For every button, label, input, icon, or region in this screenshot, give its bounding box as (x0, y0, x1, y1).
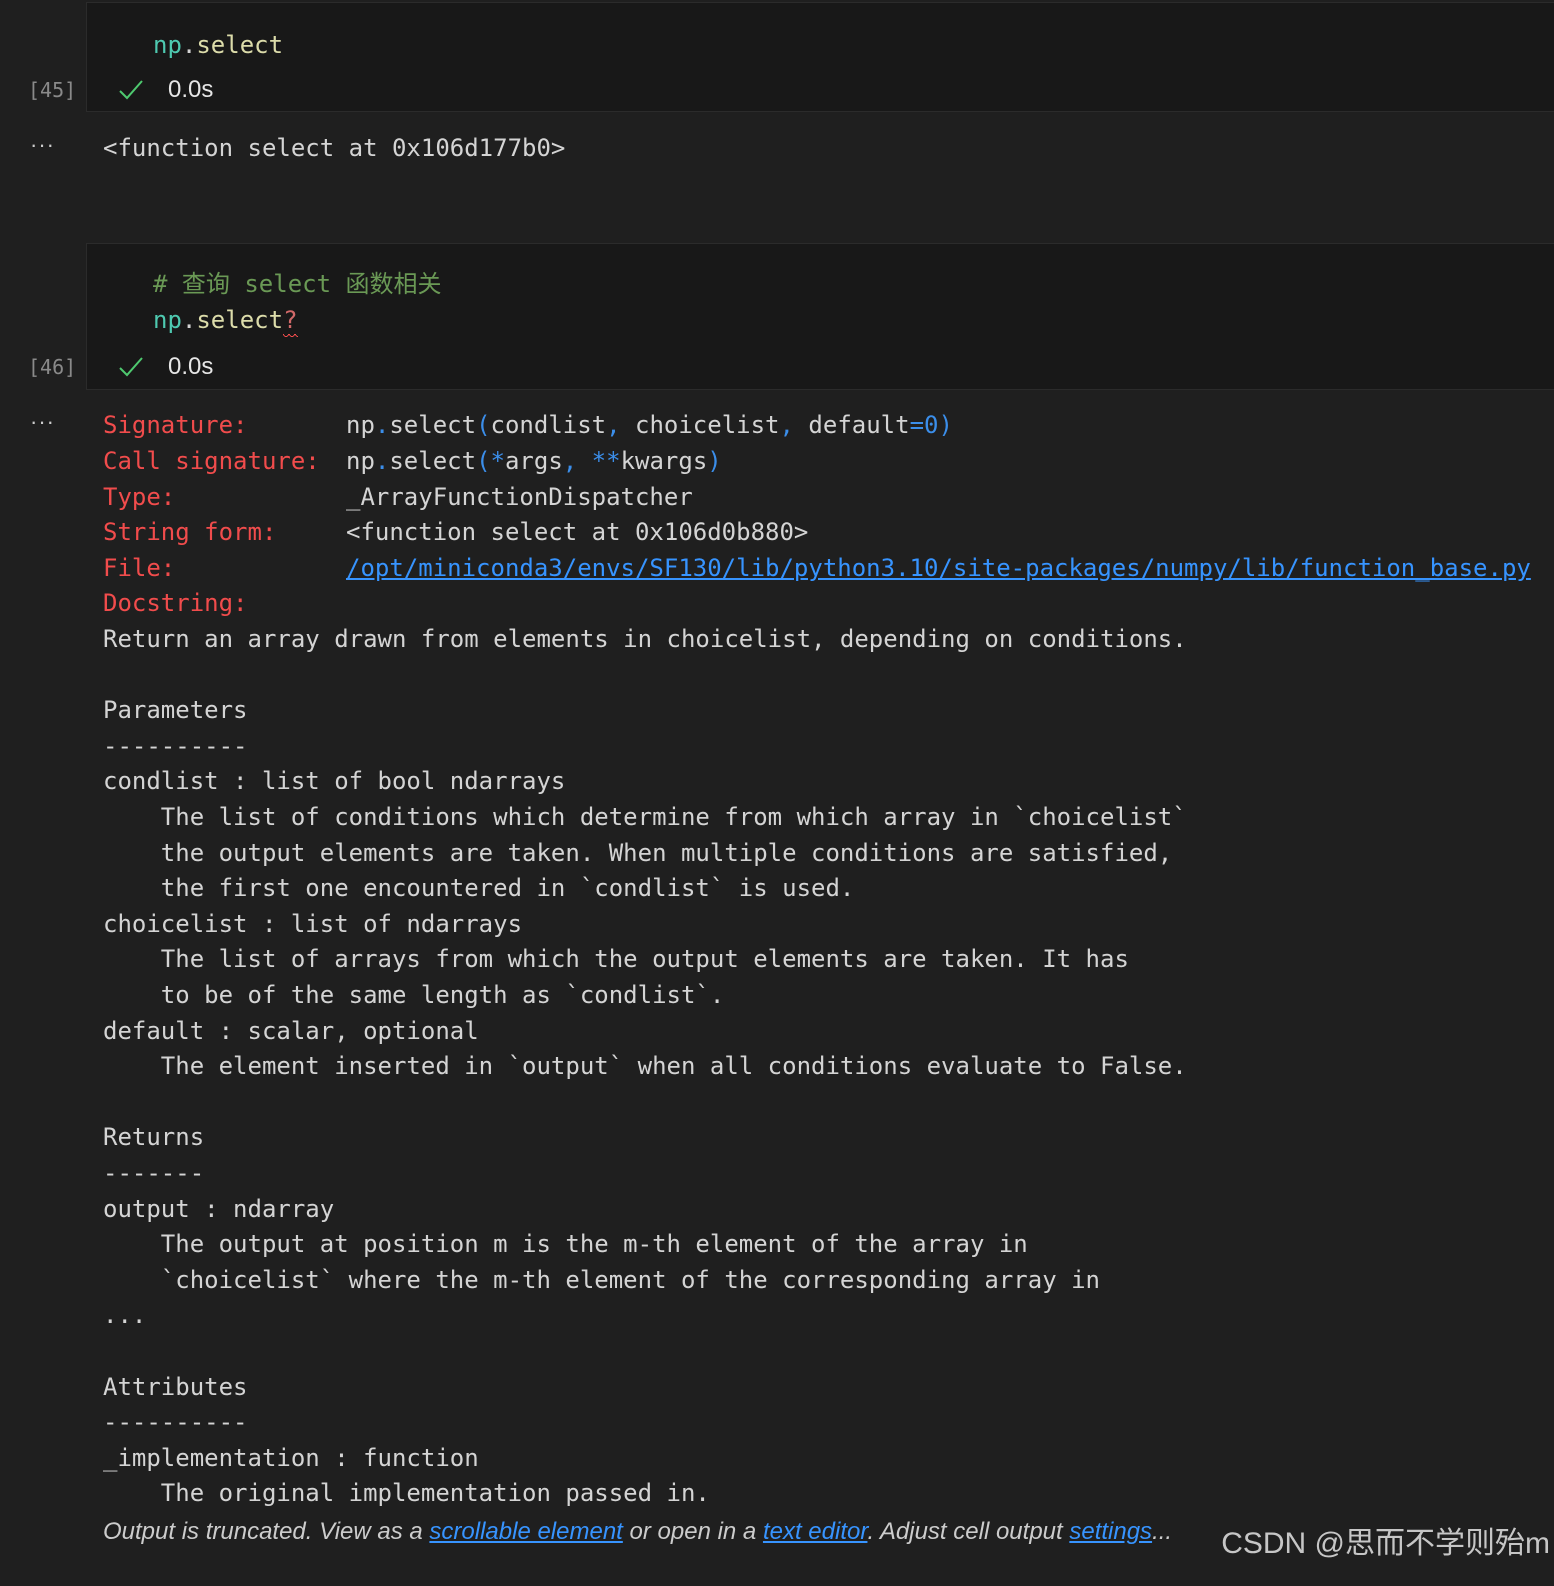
token: np (346, 447, 375, 475)
token: select (389, 447, 477, 475)
check-icon (119, 357, 143, 377)
token: default (793, 411, 910, 439)
token: , (606, 411, 621, 439)
token: ( (476, 447, 491, 475)
token: 0 (924, 411, 939, 439)
token: . (374, 447, 390, 475)
call-signature-label: Call signature: (103, 447, 320, 475)
docstring-line: ---------- (103, 731, 248, 760)
file-path-link[interactable]: /opt/miniconda3/envs/SF130/lib/python3.1… (346, 554, 1531, 582)
cell-status: 0.0s (118, 353, 213, 381)
type-value: _ArrayFunctionDispatcher (346, 483, 693, 511)
module-token: np (153, 306, 182, 334)
dot-token: . (181, 306, 197, 334)
docstring-line: The original implementation passed in. (103, 1479, 710, 1508)
token: ** (577, 447, 621, 475)
docstring-line: to be of the same length as `condlist`. (103, 981, 725, 1009)
docstring-line: Attributes (103, 1372, 248, 1401)
code-cell-46[interactable]: # 查询 select 函数相关 np.select? (86, 243, 1554, 390)
call-signature-row: Call signature: np.select(*args, **kwargs… (103, 443, 722, 479)
type-label: Type: (103, 483, 176, 511)
dot-token: . (181, 31, 197, 59)
code-line: np.select (153, 27, 283, 63)
signature-row: Signature: np.select(condlist, choicelist… (103, 407, 953, 443)
docstring-line: Parameters (103, 696, 248, 725)
docstring-line: `choicelist` where the m-th element of t… (103, 1265, 1100, 1294)
docstring-line: ... (103, 1301, 147, 1330)
function-token: select (196, 31, 284, 59)
docstring-line: output : ndarray (103, 1194, 335, 1223)
settings-link[interactable]: settings (1069, 1518, 1152, 1545)
docstring-line: condlist : list of bool ndarrays (103, 767, 566, 796)
docstring-line: The list of conditions which determine f… (103, 803, 1187, 831)
function-token: select (196, 306, 284, 334)
check-icon (119, 80, 143, 100)
execution-count: [45] (28, 78, 77, 102)
token: ) (938, 411, 953, 439)
scrollable-element-link[interactable]: scrollable element (429, 1518, 622, 1545)
notice-text: Output is truncated. View as a (103, 1518, 430, 1545)
string-form-label: String form: (103, 518, 277, 546)
token: ( (476, 411, 491, 439)
docstring-line: the first one encountered in `condlist` … (103, 874, 855, 903)
cell-status: 0.0s (118, 76, 213, 104)
docstring-line: ---------- (103, 1408, 248, 1437)
execution-time: 0.0s (168, 353, 214, 380)
code-comment: # 查询 select 函数相关 (153, 270, 442, 298)
docstring-line: ------- (103, 1159, 205, 1187)
type-row: Type: _ArrayFunctionDispatcher (103, 479, 693, 515)
execution-count: [46] (28, 355, 77, 379)
text-editor-link[interactable]: text editor (763, 1518, 868, 1545)
output-more-actions[interactable]: ··· (30, 132, 55, 158)
token: ) (707, 447, 722, 475)
token: = (909, 411, 925, 439)
notice-text: ... (1152, 1518, 1173, 1545)
module-token: np (153, 31, 182, 59)
docstring-line: The list of arrays from which the output… (103, 945, 1129, 974)
signature-label: Signature: (103, 411, 248, 439)
docstring-line: _implementation : function (103, 1443, 479, 1472)
token: , (562, 447, 578, 475)
docstring-line: The element inserted in `output` when al… (103, 1052, 1187, 1081)
token: args (504, 447, 563, 475)
token: select (389, 411, 477, 439)
token: kwargs (620, 447, 708, 475)
token: choicelist (620, 411, 780, 439)
docstring-line: the output elements are taken. When mult… (103, 838, 1173, 867)
docstring-line: Returns (103, 1123, 205, 1152)
string-form-value: <function select at 0x106d0b880> (346, 518, 809, 546)
token: , (779, 411, 794, 439)
file-row: File: /opt/miniconda3/envs/SF130/lib/pyth… (103, 550, 1531, 586)
cell-output-text: <function select at 0x106d177b0> (103, 134, 566, 162)
token: * (490, 447, 505, 475)
code-cell-45[interactable]: np.select (86, 2, 1554, 112)
token: . (374, 411, 390, 439)
docstring-label: Docstring: (103, 589, 248, 617)
token: np (346, 411, 375, 439)
docstring-line: The output at position m is the m-th ele… (103, 1230, 1028, 1259)
code-line: np.select? (153, 302, 298, 338)
truncation-notice: Output is truncated. View as a scrollabl… (103, 1518, 1172, 1546)
docstring-line: default : scalar, optional (103, 1016, 479, 1045)
file-label: File: (103, 554, 176, 582)
string-form-row: String form: <function select at 0x106d0b… (103, 514, 808, 550)
execution-time: 0.0s (168, 76, 214, 103)
docstring-line: Return an array drawn from elements in c… (103, 625, 1187, 653)
notice-text: . Adjust cell output (867, 1518, 1070, 1545)
output-more-actions[interactable]: ··· (30, 409, 55, 435)
notice-text: or open in a (622, 1518, 763, 1545)
docstring-line: choicelist : list of ndarrays (103, 909, 523, 938)
token: condlist (490, 411, 607, 439)
help-operator: ? (283, 306, 298, 334)
watermark: CSDN @思而不学则殆m (1221, 1527, 1550, 1560)
docstring-row: Docstring: (103, 585, 346, 621)
